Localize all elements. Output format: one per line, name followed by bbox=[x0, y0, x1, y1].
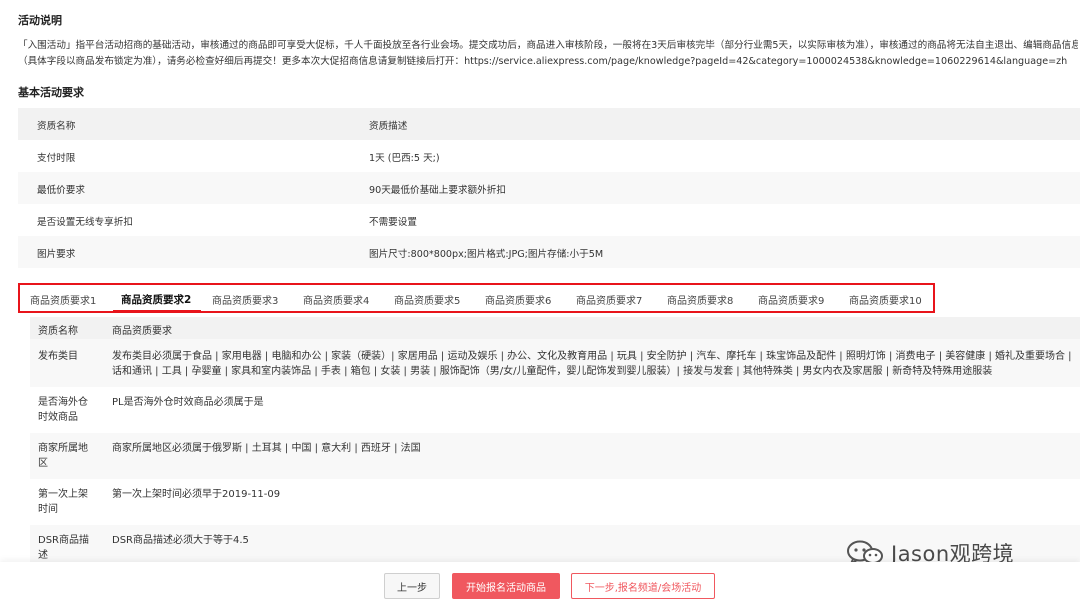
row-name: 支付时限 bbox=[37, 153, 76, 164]
tab-requirement-7[interactable]: 商品资质要求7 bbox=[576, 292, 642, 307]
tab-requirement-10[interactable]: 商品资质要求10 bbox=[849, 292, 922, 307]
row-name-line: 区 bbox=[38, 458, 48, 469]
row-name-line: 商家所属地 bbox=[38, 443, 88, 454]
tab-requirement-2[interactable]: 商品资质要求2 bbox=[121, 292, 191, 307]
tab-requirement-6[interactable]: 商品资质要求6 bbox=[485, 292, 551, 307]
row-name-line: 时间 bbox=[38, 504, 58, 515]
table-row: 是否设置无线专享折扣 不需要设置 bbox=[18, 204, 1080, 236]
header-qualification-name: 资质名称 bbox=[37, 121, 76, 132]
row-desc: 第一次上架时间必须早于2019-11-09 bbox=[112, 489, 281, 500]
tab-requirement-4[interactable]: 商品资质要求4 bbox=[303, 292, 369, 307]
basic-requirements-table: 资质名称 资质描述 支付时限 1天 (巴西:5 天;) 最低价要求 90天最低价… bbox=[18, 108, 1080, 268]
row-desc: 发布类目必须属于食品 | 家用电器 | 电脑和办公 | 家装（硬装）| 家居用品… bbox=[112, 349, 1074, 379]
row-desc: PL是否海外仓时效商品必须属于是 bbox=[112, 397, 264, 408]
tab-requirement-8[interactable]: 商品资质要求8 bbox=[667, 292, 733, 307]
activity-title: 活动说明 bbox=[18, 14, 62, 27]
next-step-register-channel-button[interactable]: 下一步,报名频道/会场活动 bbox=[571, 573, 715, 599]
row-name: 图片要求 bbox=[37, 249, 76, 260]
activity-description-line: （具体字段以商品发布锁定为准），请务必检查好细后再提交！更多本次大促招商信息请复… bbox=[18, 56, 1068, 67]
tab-requirement-5[interactable]: 商品资质要求5 bbox=[394, 292, 460, 307]
header-qualification-desc: 资质描述 bbox=[369, 121, 408, 132]
row-name-line: 时效商品 bbox=[38, 412, 78, 423]
table-row: 最低价要求 90天最低价基础上要求额外折扣 bbox=[18, 172, 1080, 204]
tab-requirement-3[interactable]: 商品资质要求3 bbox=[212, 292, 278, 307]
footer-bar: 上一步 开始报名活动商品 下一步,报名频道/会场活动 bbox=[0, 562, 1080, 602]
activity-description-line: 「入围活动」指平台活动招商的基础活动，审核通过的商品即可享受大促标，千人千面投放… bbox=[18, 40, 1078, 51]
table-row: 是否海外仓 时效商品 PL是否海外仓时效商品必须属于是 bbox=[30, 387, 1080, 433]
start-register-products-button[interactable]: 开始报名活动商品 bbox=[452, 573, 560, 599]
row-desc: 商家所属地区必须属于俄罗斯 | 土耳其 | 中国 | 意大利 | 西班牙 | 法… bbox=[112, 443, 421, 454]
row-desc-line: 发布类目必须属于食品 | 家用电器 | 电脑和办公 | 家装（硬装）| 家居用品… bbox=[112, 351, 1074, 362]
table-row: 发布类目 发布类目必须属于食品 | 家用电器 | 电脑和办公 | 家装（硬装）|… bbox=[30, 339, 1080, 387]
table-row: 商家所属地 区 商家所属地区必须属于俄罗斯 | 土耳其 | 中国 | 意大利 |… bbox=[30, 433, 1080, 479]
row-desc: 不需要设置 bbox=[369, 217, 417, 228]
row-desc: 图片尺寸:800*800px;图片格式:JPG;图片存储:小于5M bbox=[369, 249, 604, 260]
tab-requirement-1[interactable]: 商品资质要求1 bbox=[30, 292, 96, 307]
row-name-line: 第一次上架 bbox=[38, 489, 88, 500]
row-name: 最低价要求 bbox=[37, 185, 85, 196]
row-name: 是否设置无线专享折扣 bbox=[37, 217, 133, 228]
active-tab-indicator bbox=[113, 310, 201, 312]
tab-requirement-9[interactable]: 商品资质要求9 bbox=[758, 292, 824, 307]
previous-step-button[interactable]: 上一步 bbox=[384, 573, 440, 599]
row-name: DSR商品描 述 bbox=[38, 533, 100, 563]
table-header-row: 资质名称 资质描述 bbox=[18, 108, 1080, 140]
row-name-line: 是否海外仓 bbox=[38, 397, 88, 408]
product-requirements-table: 资质名称 商品资质要求 发布类目 发布类目必须属于食品 | 家用电器 | 电脑和… bbox=[30, 317, 1080, 571]
table-row: 图片要求 图片尺寸:800*800px;图片格式:JPG;图片存储:小于5M bbox=[18, 236, 1080, 268]
header-product-requirement: 商品资质要求 bbox=[112, 326, 172, 337]
table-row: 支付时限 1天 (巴西:5 天;) bbox=[18, 140, 1080, 172]
row-name: 是否海外仓 时效商品 bbox=[38, 395, 100, 425]
row-desc: 1天 (巴西:5 天;) bbox=[369, 153, 440, 164]
row-name: 商家所属地 区 bbox=[38, 441, 100, 471]
row-desc: 90天最低价基础上要求额外折扣 bbox=[369, 185, 506, 196]
activity-description: 「入围活动」指平台活动招商的基础活动，审核通过的商品即可享受大促标，千人千面投放… bbox=[18, 38, 1078, 70]
row-name-line: DSR商品描 bbox=[38, 535, 89, 546]
row-desc-line: 话和通讯 | 工具 | 孕婴童 | 家具和室内装饰品 | 手表 | 箱包 | 女… bbox=[112, 366, 993, 377]
row-name: 发布类目 bbox=[38, 351, 78, 362]
header-qualification-name: 资质名称 bbox=[38, 326, 78, 337]
table-row: 第一次上架 时间 第一次上架时间必须早于2019-11-09 bbox=[30, 479, 1080, 525]
table-header-row: 资质名称 商品资质要求 bbox=[30, 317, 1080, 339]
qualification-tabs: 商品资质要求1 商品资质要求2 商品资质要求3 商品资质要求4 商品资质要求5 … bbox=[18, 283, 935, 313]
row-name: 第一次上架 时间 bbox=[38, 487, 100, 517]
row-name-line: 述 bbox=[38, 550, 48, 561]
basic-requirements-title: 基本活动要求 bbox=[18, 86, 84, 99]
